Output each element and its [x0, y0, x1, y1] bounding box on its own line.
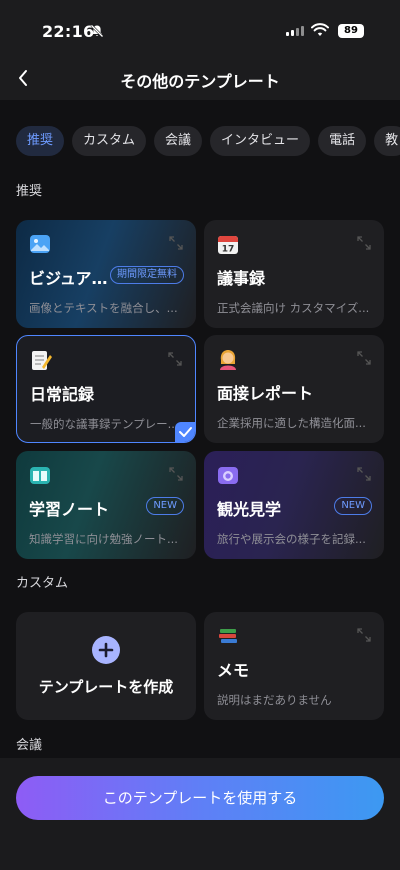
wifi-icon [311, 23, 329, 36]
tab-phone[interactable]: 電話 [318, 126, 367, 156]
card-title: 観光見学 [217, 500, 282, 519]
tab-recommended[interactable]: 推奨 [16, 126, 65, 156]
template-card-study-notes[interactable]: 学習ノート NEW 知識学習に向け勉強ノート... [16, 451, 196, 559]
card-title: 面接レポート [217, 384, 314, 403]
section-title-recommended: 推奨 [16, 184, 43, 199]
expand-icon[interactable] [357, 236, 371, 250]
limited-free-badge: 期間限定無料 [110, 266, 184, 284]
person-icon [220, 350, 236, 370]
picture-icon [30, 235, 50, 253]
camera-icon [218, 467, 238, 484]
svg-text:17: 17 [222, 245, 235, 255]
bell-muted-icon [90, 24, 104, 38]
expand-icon[interactable] [169, 467, 183, 481]
card-description: 正式会議向け カスタマイズ... [217, 301, 370, 315]
status-time: 22:16 [42, 22, 95, 41]
books-icon [219, 629, 237, 643]
card-title: ビジュア… [29, 269, 108, 288]
cellular-signal-icon [286, 26, 304, 36]
book-icon [30, 467, 50, 484]
card-title: 議事録 [217, 269, 266, 288]
calendar-icon: 17 [218, 236, 238, 255]
section-title-custom: カスタム [16, 576, 69, 591]
expand-icon[interactable] [357, 628, 371, 642]
selected-check-icon [175, 422, 195, 442]
template-card-daily-record[interactable]: 日常記録 一般的な議事録テンプレー... [16, 335, 196, 443]
template-card-memo[interactable]: メモ 説明はまだありません [204, 612, 384, 720]
create-template-label: テンプレートを作成 [38, 678, 174, 696]
new-badge: NEW [146, 497, 184, 515]
expand-icon[interactable] [168, 352, 182, 366]
section-title-meeting: 会議 [16, 738, 43, 753]
expand-icon[interactable] [357, 467, 371, 481]
card-description: 説明はまだありません [217, 693, 332, 707]
card-description: 知識学習に向け勉強ノート... [29, 532, 178, 546]
tab-education[interactable]: 教 [374, 126, 400, 156]
template-card-minutes[interactable]: 17 議事録 正式会議向け カスタマイズ... [204, 220, 384, 328]
create-template-card[interactable]: テンプレートを作成 [16, 612, 196, 720]
navigation-bar: その他のテンプレート [0, 56, 400, 100]
card-description: 画像とテキストを融合し、... [29, 301, 178, 315]
battery-indicator: 89 [338, 24, 364, 38]
card-title: 学習ノート [29, 500, 110, 519]
template-card-visual[interactable]: ビジュア… 期間限定無料 画像とテキストを融合し、... [16, 220, 196, 328]
tab-interview[interactable]: インタビュー [210, 126, 311, 156]
tab-meeting[interactable]: 会議 [154, 126, 203, 156]
page-title: その他のテンプレート [120, 72, 280, 91]
tab-custom[interactable]: カスタム [72, 126, 147, 156]
expand-icon[interactable] [357, 351, 371, 365]
expand-icon[interactable] [169, 236, 183, 250]
card-description: 旅行や展示会の様子を記録... [217, 532, 366, 546]
category-tabs: 推奨 カスタム 会議 インタビュー 電話 教 [16, 126, 400, 156]
memo-icon [32, 351, 52, 370]
template-card-interview-report[interactable]: 面接レポート 企業採用に適した構造化面... [204, 335, 384, 443]
card-title: メモ [217, 661, 250, 680]
card-title: 日常記録 [30, 385, 95, 404]
plus-icon [92, 636, 120, 664]
card-description: 企業採用に適した構造化面... [217, 416, 366, 430]
template-card-sightseeing[interactable]: 観光見学 NEW 旅行や展示会の様子を記録... [204, 451, 384, 559]
new-badge: NEW [334, 497, 372, 515]
status-bar: 22:16 89 [0, 0, 400, 56]
card-description: 一般的な議事録テンプレー... [30, 417, 179, 431]
use-template-button[interactable]: このテンプレートを使用する [16, 776, 384, 820]
